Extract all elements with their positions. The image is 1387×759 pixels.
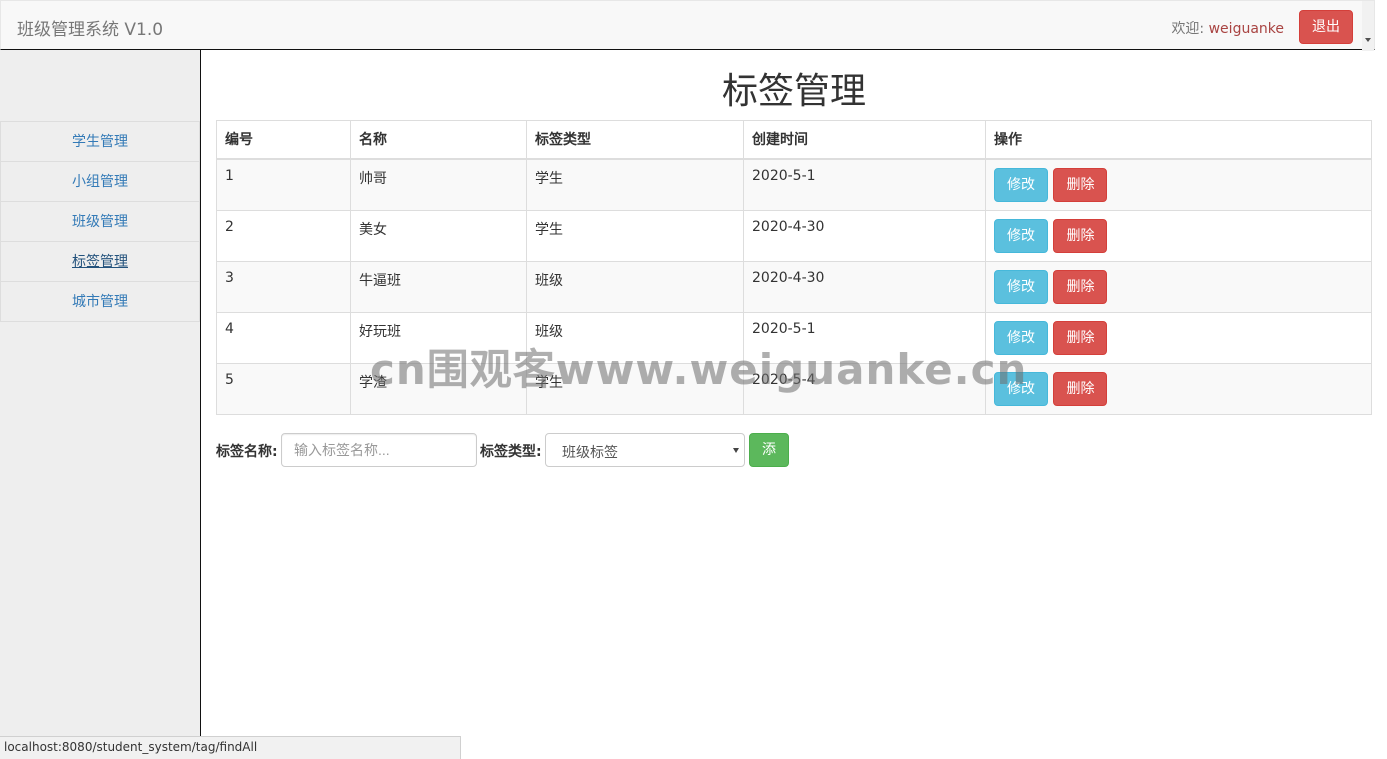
table-header-row: 编号 名称 标签类型 创建时间 操作 — [216, 120, 1372, 160]
cell-created: 2020-5-1 — [743, 158, 986, 211]
sidebar-item-students[interactable]: 学生管理 — [0, 121, 200, 162]
dropdown-caret-icon — [733, 448, 739, 453]
page-title: 标签管理 — [721, 71, 866, 112]
tag-type-select[interactable]: 班级标签 — [545, 433, 745, 467]
cell-id: 5 — [216, 362, 351, 415]
page-scrollbar[interactable] — [1362, 1, 1374, 51]
sidebar-item-cities[interactable]: 城市管理 — [0, 281, 200, 322]
cell-name: 帅哥 — [350, 158, 527, 211]
sidebar-item-label: 城市管理 — [72, 294, 128, 310]
delete-button[interactable]: 删除 — [1053, 218, 1108, 253]
column-header-name: 名称 — [350, 120, 527, 160]
cell-id: 1 — [216, 158, 351, 211]
username-link[interactable]: weiguanke — [1209, 21, 1284, 37]
edit-button[interactable]: 修改 — [994, 269, 1048, 304]
tag-type-label: 标签类型: — [480, 444, 542, 460]
sidebar: 学生管理 小组管理 班级管理 标签管理 城市管理 — [0, 50, 201, 759]
column-header-id: 编号 — [216, 120, 351, 160]
edit-button[interactable]: 修改 — [994, 167, 1048, 202]
sidebar-item-label: 小组管理 — [72, 174, 128, 190]
browser-status-bar: localhost:8080/student_system/tag/findAl… — [0, 736, 461, 759]
app-brand[interactable]: 班级管理系统 V1.0 — [17, 15, 163, 40]
sidebar-item-tags[interactable]: 标签管理 — [0, 241, 200, 282]
tag-name-label: 标签名称: — [216, 444, 278, 460]
sidebar-item-label: 班级管理 — [72, 214, 128, 230]
scroll-down-arrow-icon[interactable] — [1365, 38, 1371, 42]
cell-created: 2020-4-30 — [743, 209, 986, 262]
tag-name-input[interactable] — [281, 433, 477, 467]
cell-id: 4 — [216, 311, 351, 364]
cell-type: 班级 — [526, 260, 744, 313]
cell-name: 美女 — [350, 209, 527, 262]
sidebar-menu: 学生管理 小组管理 班级管理 标签管理 城市管理 — [0, 121, 200, 322]
cell-name: 牛逼班 — [350, 260, 527, 313]
cell-created: 2020-4-30 — [743, 260, 986, 313]
table-row: 1 帅哥 学生 2020-5-1 修改 删除 — [216, 158, 1372, 211]
delete-button[interactable]: 删除 — [1053, 371, 1108, 406]
sidebar-item-label: 学生管理 — [72, 134, 128, 150]
cell-id: 2 — [216, 209, 351, 262]
edit-button[interactable]: 修改 — [994, 218, 1048, 253]
tag-type-selected: 班级标签 — [562, 445, 618, 461]
cell-actions: 修改 删除 — [985, 311, 1372, 364]
sidebar-item-groups[interactable]: 小组管理 — [0, 161, 200, 202]
cell-actions: 修改 删除 — [985, 209, 1372, 262]
sidebar-item-classes[interactable]: 班级管理 — [0, 201, 200, 242]
cell-type: 学生 — [526, 158, 744, 211]
delete-button[interactable]: 删除 — [1053, 320, 1108, 355]
cell-actions: 修改 删除 — [985, 362, 1372, 415]
column-header-created: 创建时间 — [743, 120, 986, 160]
cell-actions: 修改 删除 — [985, 260, 1372, 313]
welcome-text: 欢迎: weiguanke — [1171, 18, 1284, 38]
logout-button[interactable]: 退出 — [1299, 10, 1353, 44]
column-header-type: 标签类型 — [526, 120, 744, 160]
cell-id: 3 — [216, 260, 351, 313]
delete-button[interactable]: 删除 — [1053, 167, 1108, 202]
cell-type: 学生 — [526, 209, 744, 262]
table-row: 2 美女 学生 2020-4-30 修改 删除 — [216, 209, 1372, 262]
sidebar-item-label: 标签管理 — [72, 254, 128, 270]
top-navbar: 班级管理系统 V1.0 欢迎: weiguanke 退出 — [0, 0, 1375, 51]
watermark-text: cn围观客www.weiguanke.cn — [370, 345, 1028, 394]
cell-actions: 修改 删除 — [985, 158, 1372, 211]
table-row: 3 牛逼班 班级 2020-4-30 修改 删除 — [216, 260, 1372, 313]
delete-button[interactable]: 删除 — [1053, 269, 1108, 304]
column-header-actions: 操作 — [985, 120, 1372, 160]
add-tag-button[interactable]: 添加标签 — [749, 433, 789, 554]
welcome-prefix: 欢迎: — [1171, 21, 1209, 37]
